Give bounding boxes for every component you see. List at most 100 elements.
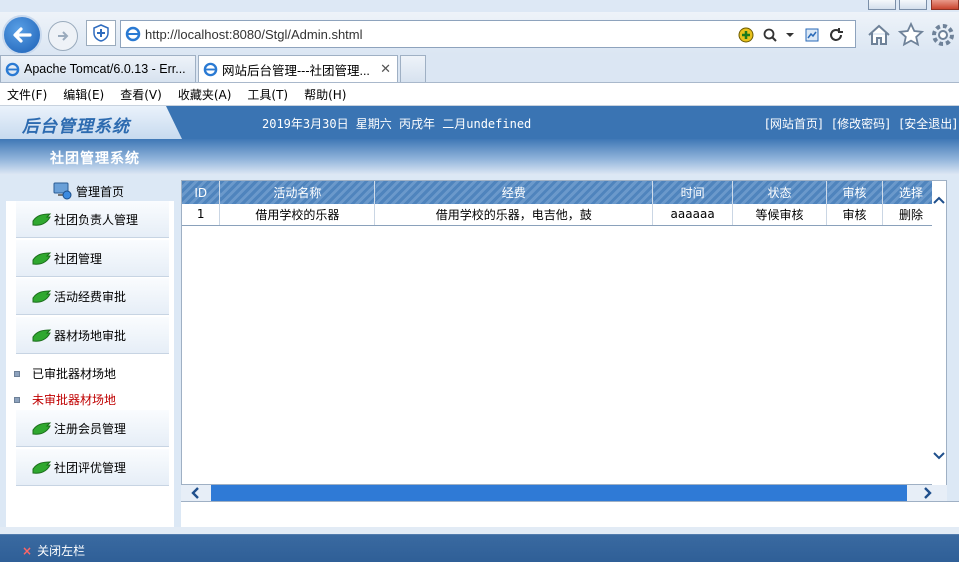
compatibility-button[interactable] [86,20,116,46]
change-password-link[interactable]: [修改密码] [832,117,889,131]
close-window-icon[interactable] [931,0,959,10]
close-sidebar-button[interactable]: × 关闭左栏 [22,542,85,559]
menu-help[interactable]: 帮助(H) [304,86,346,103]
menu-tools[interactable]: 工具(T) [247,86,288,103]
cell-funding: 借用学校的乐器，电吉他，鼓 [374,204,654,226]
close-sidebar-label: 关闭左栏 [37,544,86,558]
sub-item-label: 未审批器材场地 [32,393,117,407]
maximize-icon[interactable] [899,0,927,10]
address-url[interactable]: http://localhost:8080/Stgl/Admin.shtml [145,27,363,42]
scroll-down-icon[interactable] [933,449,945,463]
forward-button[interactable] [48,21,78,51]
menu-edit[interactable]: 编辑(E) [63,86,104,103]
sidebar-item-label: 注册会员管理 [54,421,127,436]
sidebar-home-label: 管理首页 [76,184,125,199]
column-header: ID [182,181,221,204]
activity-table: ID 活动名称 经费 时间 状态 审核 选择 1 借用学校的乐器 借用学校的乐器… [182,181,941,226]
close-icon: × [22,543,33,558]
top-header: 后台管理系统 2019年3月30日 星期六 丙戌年 二月undefined [网… [0,106,959,139]
addon-icon[interactable] [737,26,755,44]
green-arrow-icon [32,252,52,265]
menu-view[interactable]: 查看(V) [120,86,162,103]
favorites-star-icon[interactable] [898,22,924,48]
tab-label: Apache Tomcat/6.0.13 - Err... [24,62,186,76]
sidebar-item-label: 活动经费审批 [54,289,127,304]
gear-icon[interactable] [930,22,956,48]
column-header: 时间 [652,181,734,204]
menu-file[interactable]: 文件(F) [7,86,47,103]
browser-tabbar: Apache Tomcat/6.0.13 - Err... 网站后台管理---社… [0,54,959,83]
logout-link[interactable]: [安全退出] [900,117,957,131]
table-header-row: ID 活动名称 经费 时间 状态 审核 选择 [182,181,941,204]
home-icon[interactable] [866,22,892,48]
address-bar[interactable]: http://localhost:8080/Stgl/Admin.shtml [120,20,856,48]
cell-activity-name: 借用学校的乐器 [219,204,376,226]
sidebar-item-label: 社团负责人管理 [54,212,139,227]
horizontal-scrollbar[interactable] [181,485,947,501]
computer-icon [53,182,72,200]
vertical-scrollbar[interactable] [932,181,946,486]
cell-status: 等候审核 [732,204,828,226]
sidebar: 管理首页 社团负责人管理 社团管理 活动经费审批 器材场地审批 已审批器材场地 [0,175,174,527]
site-home-link[interactable]: [网站首页] [765,117,822,131]
forward-arrow-icon [58,31,69,41]
sidebar-item-label: 社团管理 [54,251,103,266]
refresh-icon[interactable] [827,26,845,44]
sub-item-unapproved[interactable]: 未审批器材场地 [14,391,116,408]
page-footer: × 关闭左栏 [0,527,959,562]
column-header: 状态 [732,181,828,204]
column-header: 经费 [374,181,654,204]
sidebar-menu: 社团负责人管理 社团管理 活动经费审批 器材场地审批 已审批器材场地 未审批器材… [6,201,174,527]
system-title: 社团管理系统 [50,151,140,167]
cell-id: 1 [182,204,221,226]
sub-item-approved[interactable]: 已审批器材场地 [14,365,116,382]
sidebar-home[interactable]: 管理首页 [52,182,124,200]
table-row: 1 借用学校的乐器 借用学校的乐器，电吉他，鼓 aaaaaa 等候审核 审核 删… [182,204,941,226]
search-icon[interactable] [761,26,779,44]
sidebar-item-funding[interactable]: 活动经费审批 [16,278,169,315]
sidebar-item-clubs[interactable]: 社团管理 [16,240,169,277]
green-arrow-icon [32,290,52,303]
sidebar-item-label: 器材场地审批 [54,328,127,343]
chevron-down-icon[interactable] [781,26,799,44]
top-links: [网站首页] [修改密码] [安全退出] [759,115,957,132]
date-display: 2019年3月30日 星期六 丙戌年 二月undefined [262,117,532,131]
new-tab-button[interactable] [400,55,426,82]
sidebar-item-members[interactable]: 注册会员管理 [16,410,169,447]
scroll-right-icon[interactable] [907,485,947,501]
green-arrow-icon [32,461,52,474]
shield-icon [93,24,109,42]
delete-link[interactable]: 删除 [882,204,941,226]
sidebar-item-club-leaders[interactable]: 社团负责人管理 [16,201,169,238]
browser-navbar: http://localhost:8080/Stgl/Admin.shtml [0,12,959,55]
green-arrow-icon [32,329,52,342]
menu-favorites[interactable]: 收藏夹(A) [178,86,232,103]
sub-item-label: 已审批器材场地 [32,367,117,381]
cell-time: aaaaaa [652,204,734,226]
tab-close-icon[interactable]: ✕ [380,61,391,77]
sidebar-item-equipment[interactable]: 器材场地审批 [16,317,169,354]
sub-header: 社团管理系统 [0,139,959,175]
tab-admin[interactable]: 网站后台管理---社团管理... ✕ [198,55,398,82]
content-area: ID 活动名称 经费 时间 状态 审核 选择 1 借用学校的乐器 借用学校的乐器… [181,180,947,486]
scroll-up-icon[interactable] [933,193,945,207]
bullet-icon [14,396,20,403]
compat-view-icon[interactable] [803,26,821,44]
page: 后台管理系统 2019年3月30日 星期六 丙戌年 二月undefined [网… [0,106,959,562]
green-arrow-icon [32,422,52,435]
sidebar-item-evaluation[interactable]: 社团评优管理 [16,449,169,486]
bullet-icon [14,370,20,377]
column-header: 活动名称 [219,181,376,204]
review-link[interactable]: 审核 [826,204,883,226]
minimize-icon[interactable] [868,0,896,10]
logo-block: 后台管理系统 [0,106,182,139]
column-header: 选择 [882,181,941,204]
window-titlebar [0,0,959,12]
ie-tab-icon [203,62,218,76]
ie-page-icon [125,26,141,42]
tab-apache-tomcat[interactable]: Apache Tomcat/6.0.13 - Err... [0,55,196,82]
back-button[interactable] [2,15,42,55]
sidebar-item-label: 社团评优管理 [54,460,127,475]
green-arrow-icon [32,213,52,226]
scroll-left-icon[interactable] [181,485,211,501]
